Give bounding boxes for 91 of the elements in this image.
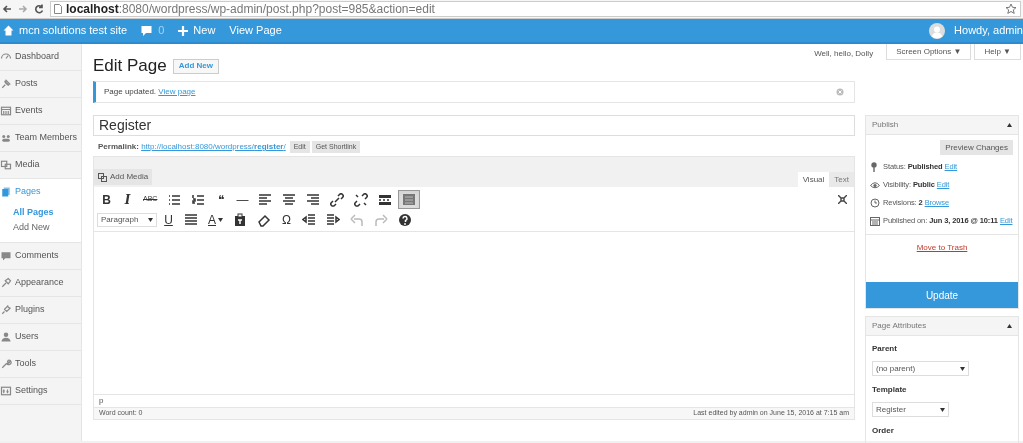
back-icon xyxy=(2,4,12,14)
paste-text-icon xyxy=(233,212,247,227)
forward-icon xyxy=(18,4,28,14)
screen-options-button[interactable]: Screen Options ▼ xyxy=(886,44,972,60)
unlink-icon xyxy=(354,192,369,207)
justify-icon xyxy=(184,212,198,227)
submenu-item[interactable]: Add New xyxy=(0,220,81,235)
caret-icon xyxy=(148,217,153,222)
fullscreen-icon xyxy=(838,195,847,204)
sidebar-item[interactable]: Posts xyxy=(0,71,81,97)
calendar-icon xyxy=(0,105,12,117)
address-bar[interactable]: localhost:8080/wordpress/wp-admin/post.php?post=985&action=edit xyxy=(50,1,1021,17)
media-icon xyxy=(98,172,107,182)
reload-icon xyxy=(34,4,44,14)
undo-icon xyxy=(350,212,364,227)
comment-icon xyxy=(141,25,153,36)
media-icon xyxy=(0,159,12,171)
comment-icon xyxy=(0,250,12,262)
outdent-icon xyxy=(302,212,316,227)
caret-icon xyxy=(960,366,965,371)
align-right-icon xyxy=(306,192,321,207)
sidebar-item[interactable]: Settings xyxy=(0,378,81,404)
toolbar-toggle-icon xyxy=(402,192,417,207)
home-icon xyxy=(3,25,14,36)
settings-icon xyxy=(0,385,12,397)
editor-tab[interactable]: Visual xyxy=(797,172,830,187)
permalink-text: Permalink: http://localhost:8080/wordpress/register/ xyxy=(98,141,286,153)
user-icon xyxy=(0,331,12,343)
clock-icon xyxy=(870,197,880,209)
page-attributes-heading: Page Attributes xyxy=(872,320,927,332)
template-label: Template xyxy=(872,384,908,396)
text-color-button[interactable]: A xyxy=(204,210,227,229)
indent-icon xyxy=(326,212,340,227)
bold-button[interactable]: B xyxy=(97,190,116,209)
order-label: Order xyxy=(872,425,895,437)
template-select[interactable]: Register xyxy=(872,402,949,417)
format-select[interactable]: Paragraph xyxy=(97,212,157,227)
caret-icon xyxy=(218,217,223,222)
sidebar-item[interactable]: Users xyxy=(0,324,81,350)
group-icon xyxy=(0,132,12,144)
publish-heading: Publish xyxy=(872,119,899,131)
redo-icon xyxy=(374,212,388,227)
url-text: localhost:8080/wordpress/wp-admin/post.php?post=985&action=edit xyxy=(66,1,435,18)
page-title: Edit Page xyxy=(93,55,167,78)
blockquote-button[interactable]: ❝ xyxy=(211,190,231,209)
element-path: p xyxy=(99,395,104,407)
parent-select[interactable]: (no parent) xyxy=(872,361,969,376)
sidebar-item[interactable]: Events xyxy=(0,98,81,124)
caret-icon xyxy=(940,407,945,412)
toolbar-toggle-button[interactable] xyxy=(398,190,421,209)
avatar-icon xyxy=(929,22,946,39)
wrench-icon xyxy=(0,358,12,370)
calendar-icon xyxy=(870,215,880,227)
eraser-icon xyxy=(257,212,271,227)
dolly-text: Well, hello, Dolly xyxy=(814,48,874,60)
parent-label: Parent xyxy=(872,343,898,355)
help-button[interactable]: Help ▼ xyxy=(974,44,1021,60)
align-center-icon xyxy=(282,192,297,207)
read-more-icon xyxy=(378,192,393,207)
editor-tab[interactable]: Text xyxy=(829,172,854,187)
numbered-list-icon xyxy=(191,192,206,207)
sidebar-item[interactable]: Plugins xyxy=(0,297,81,323)
notice-text: Page updated. View page xyxy=(104,86,196,98)
align-left-icon xyxy=(258,192,273,207)
sidebar-item[interactable]: Appearance xyxy=(0,270,81,296)
plus-icon xyxy=(178,25,189,36)
title-field[interactable]: Register xyxy=(93,115,855,136)
bookmark-star-icon xyxy=(1005,3,1017,15)
pin-icon xyxy=(0,78,12,90)
sidebar-item[interactable]: Dashboard xyxy=(0,44,81,70)
add-media-button[interactable]: Add Media xyxy=(94,169,153,185)
pages-icon xyxy=(0,186,12,198)
preview-changes-button[interactable]: Preview Changes xyxy=(940,140,1013,155)
underline-button[interactable]: U xyxy=(159,210,178,229)
pin-icon xyxy=(870,161,880,173)
eye-icon xyxy=(870,179,880,191)
move-to-trash-link[interactable]: Move to Trash xyxy=(916,243,968,252)
page-icon xyxy=(54,4,62,14)
link-icon xyxy=(330,192,345,207)
sidebar-item[interactable]: Tools xyxy=(0,351,81,377)
sidebar-item[interactable]: Comments xyxy=(0,243,81,269)
horizontal-line-button[interactable]: — xyxy=(232,190,253,209)
dismiss-icon xyxy=(836,88,844,96)
collapse-icon xyxy=(1007,324,1012,328)
special-character-button[interactable]: Ω xyxy=(277,210,296,229)
help-icon xyxy=(398,212,412,227)
bullet-list-icon xyxy=(167,192,182,207)
sidebar-item[interactable]: Media xyxy=(0,152,81,178)
collapse-icon xyxy=(1007,123,1012,127)
sidebar-item[interactable]: Team Members xyxy=(0,125,81,151)
italic-button[interactable]: I xyxy=(118,190,137,209)
